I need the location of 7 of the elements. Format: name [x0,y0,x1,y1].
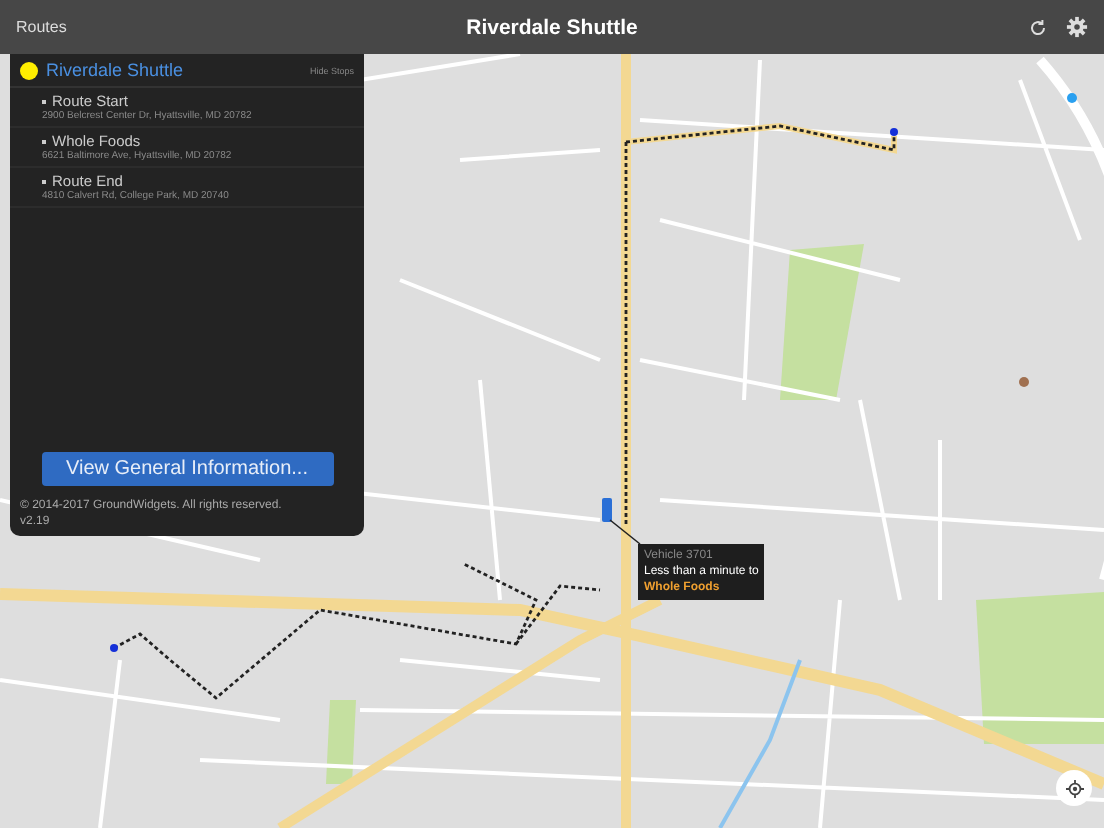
view-info-button[interactable]: View General Information... [41,452,333,486]
refresh-icon[interactable] [1028,17,1048,37]
route-name[interactable]: Riverdale Shuttle [46,60,302,80]
routes-button[interactable]: Routes [16,18,67,36]
crosshair-icon [1065,779,1083,797]
window-title: Riverdale Shuttle [466,15,638,39]
settings-icon[interactable] [1066,16,1088,38]
